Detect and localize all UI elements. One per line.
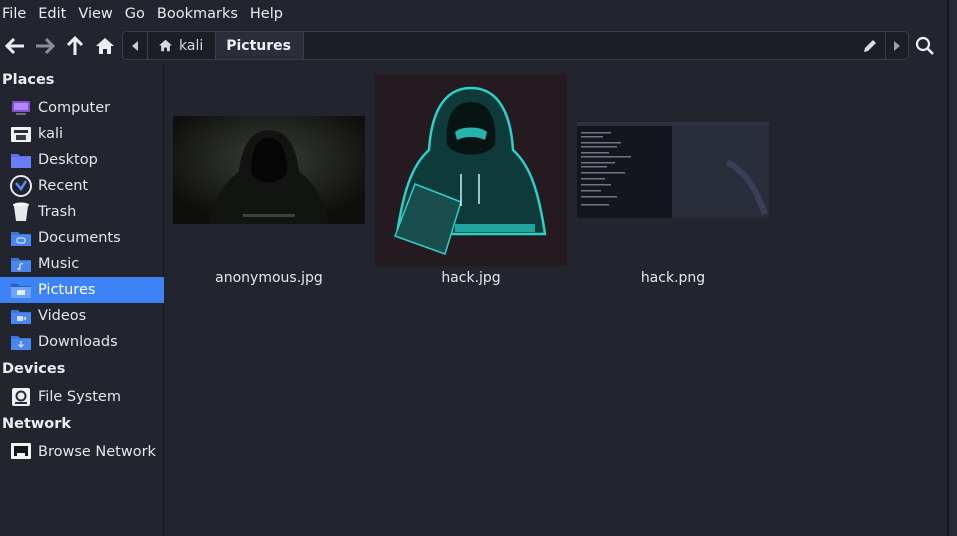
sidebar-item-browse-network[interactable]: Browse Network bbox=[0, 439, 164, 465]
forward-button[interactable] bbox=[30, 30, 60, 62]
home-icon bbox=[159, 39, 172, 52]
sidebar-item-label: Videos bbox=[38, 308, 87, 324]
sidebar-item-recent[interactable]: Recent bbox=[0, 173, 164, 199]
arrow-left-icon bbox=[5, 37, 24, 55]
breadcrumb-pictures[interactable]: Pictures bbox=[216, 32, 304, 59]
sidebar-item-label: Documents bbox=[38, 230, 121, 246]
sidebar: Places Computer kali Desktop Recent Tras… bbox=[0, 66, 164, 536]
home-folder-icon bbox=[10, 124, 32, 144]
sidebar-item-computer[interactable]: Computer bbox=[0, 95, 164, 121]
sidebar-item-desktop[interactable]: Desktop bbox=[0, 147, 164, 173]
sidebar-item-documents[interactable]: Documents bbox=[0, 225, 164, 251]
path-scroll-left-button[interactable] bbox=[123, 32, 148, 59]
places-heading: Places bbox=[2, 72, 55, 88]
edit-location-button[interactable] bbox=[855, 32, 886, 59]
home-icon bbox=[96, 38, 114, 54]
menu-go[interactable]: Go bbox=[123, 6, 153, 22]
path-bar: kali Pictures bbox=[122, 31, 909, 60]
file-name: anonymous.jpg bbox=[215, 270, 323, 286]
videos-folder-icon bbox=[10, 306, 32, 326]
menu-bookmarks[interactable]: Bookmarks bbox=[155, 6, 246, 22]
sidebar-item-videos[interactable]: Videos bbox=[0, 303, 164, 329]
network-heading: Network bbox=[2, 416, 72, 432]
downloads-folder-icon bbox=[10, 332, 32, 352]
menu-edit[interactable]: Edit bbox=[36, 6, 74, 22]
file-item-anonymous[interactable]: anonymous.jpg bbox=[173, 74, 365, 294]
breadcrumb-label: Pictures bbox=[226, 37, 291, 54]
file-name: hack.jpg bbox=[441, 270, 501, 286]
arrow-right-icon bbox=[36, 37, 55, 55]
menu-file[interactable]: File bbox=[0, 6, 34, 22]
desktop-folder-icon bbox=[10, 150, 32, 170]
network-icon bbox=[10, 442, 32, 462]
image-thumbnail bbox=[375, 74, 567, 266]
breadcrumb-kali[interactable]: kali bbox=[148, 32, 217, 59]
window-edge bbox=[947, 0, 957, 536]
sidebar-item-label: Music bbox=[38, 256, 80, 272]
devices-heading: Devices bbox=[2, 361, 66, 377]
documents-folder-icon bbox=[10, 228, 32, 248]
sidebar-item-label: Browse Network bbox=[38, 444, 156, 460]
sidebar-item-label: Pictures bbox=[38, 282, 96, 298]
sidebar-item-music[interactable]: Music bbox=[0, 251, 164, 277]
back-button[interactable] bbox=[0, 30, 30, 62]
search-icon bbox=[915, 36, 934, 55]
file-name: hack.png bbox=[640, 270, 706, 286]
menu-bar: File Edit View Go Bookmarks Help bbox=[0, 0, 947, 28]
file-item-hack-jpg[interactable]: hack.jpg bbox=[375, 74, 567, 294]
recent-icon bbox=[10, 175, 32, 197]
image-thumbnail bbox=[577, 122, 769, 218]
sidebar-item-downloads[interactable]: Downloads bbox=[0, 329, 164, 355]
triangle-right-icon bbox=[894, 40, 900, 51]
computer-icon bbox=[10, 98, 32, 118]
sidebar-item-kali[interactable]: kali bbox=[0, 121, 164, 147]
image-thumbnail bbox=[173, 116, 365, 224]
sidebar-item-pictures[interactable]: Pictures bbox=[0, 277, 164, 303]
trash-icon bbox=[10, 202, 32, 222]
sidebar-item-label: File System bbox=[38, 389, 121, 405]
file-view: anonymous.jpg hack.jpg hack.png bbox=[165, 66, 947, 536]
sidebar-item-label: Recent bbox=[38, 178, 89, 194]
up-button[interactable] bbox=[60, 30, 90, 62]
sidebar-item-file-system[interactable]: File System bbox=[0, 384, 164, 410]
sidebar-item-label: Trash bbox=[38, 204, 77, 220]
breadcrumb-label: kali bbox=[179, 37, 204, 54]
file-item-hack-png[interactable]: hack.png bbox=[577, 74, 769, 294]
sidebar-item-label: Downloads bbox=[38, 334, 118, 350]
drive-icon bbox=[10, 387, 32, 407]
pictures-folder-icon bbox=[10, 280, 32, 300]
pencil-icon bbox=[864, 39, 876, 52]
triangle-left-icon bbox=[132, 40, 138, 51]
sidebar-item-label: Desktop bbox=[38, 152, 98, 168]
menu-help[interactable]: Help bbox=[248, 6, 291, 22]
arrow-up-icon bbox=[66, 36, 84, 55]
path-scroll-right-button[interactable] bbox=[886, 32, 908, 59]
music-folder-icon bbox=[10, 254, 32, 274]
sidebar-item-label: Computer bbox=[38, 100, 111, 116]
home-button[interactable] bbox=[90, 30, 120, 62]
search-button[interactable] bbox=[911, 32, 939, 60]
sidebar-item-label: kali bbox=[38, 126, 64, 142]
menu-view[interactable]: View bbox=[76, 6, 120, 22]
sidebar-item-trash[interactable]: Trash bbox=[0, 199, 164, 225]
